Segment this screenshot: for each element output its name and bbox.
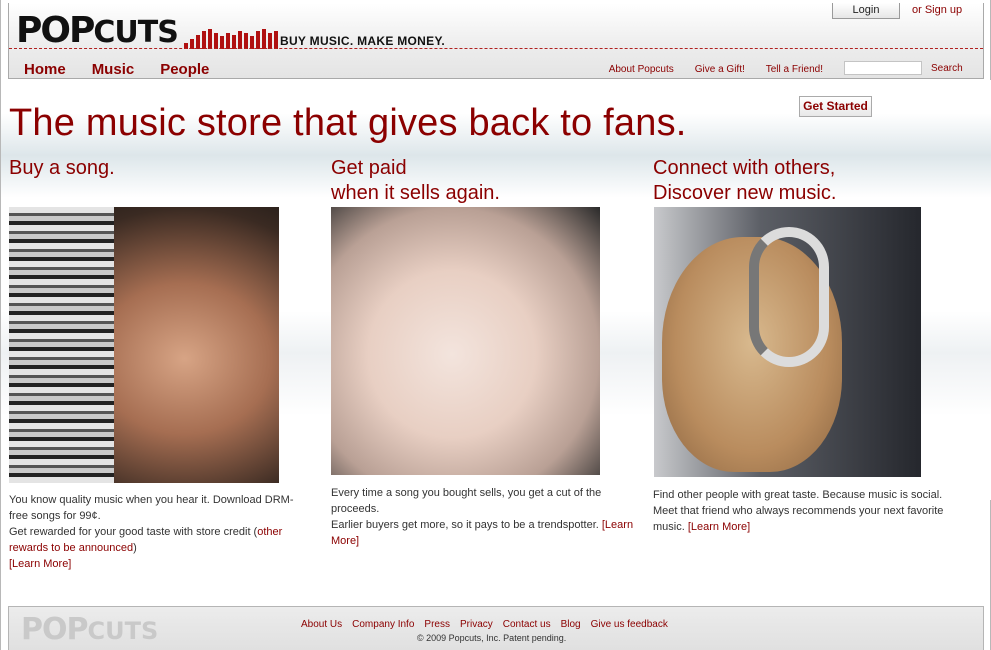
- column-heading: Get paid when it sells again.: [331, 157, 500, 204]
- nav-home[interactable]: Home: [24, 61, 66, 78]
- headphones-icon: [749, 227, 829, 367]
- footer-press[interactable]: Press: [424, 619, 450, 630]
- search-input[interactable]: [844, 61, 922, 75]
- column-heading: Connect with others, Discover new music.: [653, 157, 837, 204]
- footer-logo: POPCUTS: [21, 612, 159, 647]
- site-header: POPCUTS BUY MUSIC. MAKE MONEY. Login or …: [8, 3, 984, 79]
- login-button[interactable]: Login: [832, 3, 900, 19]
- cd-stack-shape: [9, 207, 114, 483]
- header-divider: [9, 48, 983, 49]
- column-description-paid: Every time a song you bought sells, you …: [331, 487, 634, 547]
- learn-more-link[interactable]: [Learn More]: [688, 521, 750, 533]
- utility-nav: About Popcuts Give a Gift! Tell a Friend…: [609, 64, 823, 75]
- column-get-paid: Get paid when it sells again.: [331, 156, 631, 206]
- nav-people[interactable]: People: [160, 61, 209, 78]
- get-started-button[interactable]: Get Started: [799, 96, 872, 117]
- column-buy: Buy a song.: [9, 156, 309, 181]
- footer-links: About Us Company Info Press Privacy Cont…: [301, 619, 668, 630]
- column-description-buy: You know quality music when you hear it.…: [9, 494, 294, 570]
- copyright-text: © 2009 Popcuts, Inc. Patent pending.: [417, 633, 567, 643]
- search-button[interactable]: Search: [931, 63, 963, 74]
- photo-girl-headphones: [331, 207, 600, 475]
- give-gift-link[interactable]: Give a Gift!: [695, 64, 745, 75]
- equalizer-bars-icon: [184, 27, 278, 49]
- photo-cd-stack: [9, 207, 279, 483]
- column-description-connect: Find other people with great taste. Beca…: [653, 489, 944, 533]
- page-headline: The music store that gives back to fans.: [9, 102, 687, 144]
- about-popcuts-link[interactable]: About Popcuts: [609, 64, 674, 75]
- tagline: BUY MUSIC. MAKE MONEY.: [280, 34, 446, 48]
- footer-feedback[interactable]: Give us feedback: [591, 619, 668, 630]
- footer-blog[interactable]: Blog: [561, 619, 581, 630]
- learn-more-link[interactable]: [Learn More]: [9, 558, 71, 570]
- footer-privacy[interactable]: Privacy: [460, 619, 493, 630]
- footer-contact[interactable]: Contact us: [503, 619, 551, 630]
- column-heading: Buy a song.: [9, 157, 115, 179]
- photo-teddy-bear: [654, 207, 921, 477]
- footer-about-us[interactable]: About Us: [301, 619, 342, 630]
- popcuts-logo[interactable]: POPCUTS: [16, 10, 179, 51]
- tell-friend-link[interactable]: Tell a Friend!: [766, 64, 823, 75]
- nav-music[interactable]: Music: [92, 61, 135, 78]
- column-connect: Connect with others, Discover new music.: [653, 156, 953, 206]
- main-nav: Home Music People: [24, 61, 209, 78]
- site-footer: POPCUTS About Us Company Info Press Priv…: [8, 606, 984, 650]
- footer-company-info[interactable]: Company Info: [352, 619, 414, 630]
- signup-link[interactable]: or Sign up: [912, 4, 962, 16]
- logo-main: POP: [16, 10, 95, 51]
- logo-sub: CUTS: [93, 15, 178, 50]
